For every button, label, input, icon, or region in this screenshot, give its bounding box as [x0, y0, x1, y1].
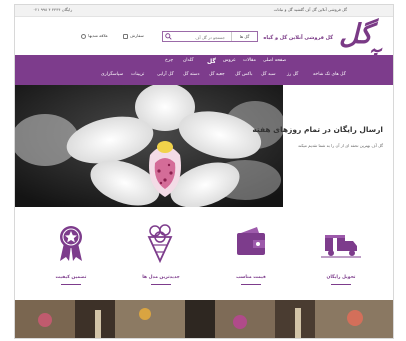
- bouquet-icon: [147, 224, 173, 263]
- nav-category-item[interactable]: سبد گل: [261, 72, 275, 77]
- promo-text: گل فروشی آنلاین گل آف گلشید گل و نباتات: [273, 7, 347, 12]
- orchid-illustration: [15, 85, 283, 207]
- flower-shop-photo-strip: [15, 300, 393, 338]
- main-navigation: صفحه اصلی مقالات عروس گل گلدان چرخ گل ها…: [15, 55, 393, 85]
- feature-label: قیمت مناسب: [236, 275, 266, 280]
- hero-subtitle: گل آف بهترین تحفه ای از آن را به شما تقد…: [298, 143, 383, 148]
- feature-label: تضمین کیفیت: [55, 275, 87, 280]
- cart-icon: [123, 33, 128, 39]
- orchid-photo: [15, 85, 283, 207]
- nav-item[interactable]: گلدان: [183, 58, 194, 63]
- wishlist-label: علاقه مندیها: [88, 33, 109, 38]
- heart-icon: [81, 33, 86, 39]
- cart-link[interactable]: سفارش: [123, 33, 144, 39]
- site-tagline: گل فروشی آنلاین گل و گیاه: [263, 35, 333, 41]
- feature-quality-guarantee[interactable]: تضمین کیفیت: [31, 217, 111, 297]
- top-utility-bar: گل فروشی آنلاین گل آف گلشید گل و نباتات …: [15, 5, 393, 17]
- browser-viewport: گل فروشی آنلاین گل آف گلشید گل و نباتات …: [14, 4, 394, 339]
- feature-underline: [241, 284, 261, 285]
- wallet-icon: [237, 227, 265, 255]
- feature-underline: [61, 284, 81, 285]
- feature-new-models[interactable]: جدیدترین مدل ها: [121, 217, 201, 297]
- nav-category-item[interactable]: گل های تک شاخه: [313, 72, 346, 77]
- ribbon-badge-icon: [60, 226, 82, 261]
- nav-item[interactable]: گل: [207, 58, 216, 65]
- feature-fair-price[interactable]: قیمت مناسب: [211, 217, 291, 297]
- shop-interior-illustration: [15, 300, 393, 338]
- feature-underline: [151, 284, 171, 285]
- nav-category-item[interactable]: سپاسگزاری: [101, 72, 123, 77]
- feature-underline: [331, 284, 351, 285]
- gift-truck-icon: [321, 233, 361, 258]
- nav-item[interactable]: صفحه اصلی: [263, 58, 286, 63]
- search-icon[interactable]: [165, 33, 172, 40]
- nav-row-primary: صفحه اصلی مقالات عروس گل گلدان چرخ: [15, 58, 393, 68]
- search-input[interactable]: [175, 33, 225, 41]
- site-header: گل آف گل فروشی آنلاین گل و گیاه گل ها سف…: [15, 17, 393, 81]
- nav-item[interactable]: چرخ: [165, 58, 173, 63]
- wishlist-link[interactable]: علاقه مندیها: [81, 33, 108, 39]
- nav-category-item[interactable]: تزیینات: [131, 72, 144, 77]
- nav-item[interactable]: عروس: [223, 58, 236, 63]
- cart-label: سفارش: [130, 33, 144, 38]
- nav-category-item[interactable]: گل رز: [287, 72, 298, 77]
- nav-category-item[interactable]: باکس گل: [235, 72, 252, 77]
- nav-category-item[interactable]: گل آرایی: [157, 72, 174, 77]
- nav-row-categories: گل های تک شاخه گل رز سبد گل باکس گل جعبه…: [15, 72, 393, 82]
- site-logo[interactable]: گل آف: [339, 19, 385, 81]
- nav-category-item[interactable]: جعبه گل: [209, 72, 225, 77]
- search-category-select[interactable]: گل ها: [231, 32, 257, 41]
- nav-category-item[interactable]: دسته گل: [183, 72, 200, 77]
- feature-label: جدیدترین مدل ها: [142, 275, 180, 280]
- search-box: گل ها: [162, 31, 258, 42]
- features-row: تحویل رایگان قیمت مناسب جدیدترین مدل ها …: [15, 207, 393, 300]
- feature-label: تحویل رایگان: [326, 275, 356, 280]
- hero-banner: ارسال رایگان در تمام روزهای هفته گل آف ب…: [15, 85, 393, 207]
- nav-item[interactable]: مقالات: [243, 58, 256, 63]
- phone-number[interactable]: رایگان ۴۴۴۴ ۴ ۹۹۸ ۰۲۱: [33, 7, 72, 12]
- hero-title: ارسال رایگان در تمام روزهای هفته: [252, 125, 383, 134]
- feature-free-delivery[interactable]: تحویل رایگان: [301, 217, 381, 297]
